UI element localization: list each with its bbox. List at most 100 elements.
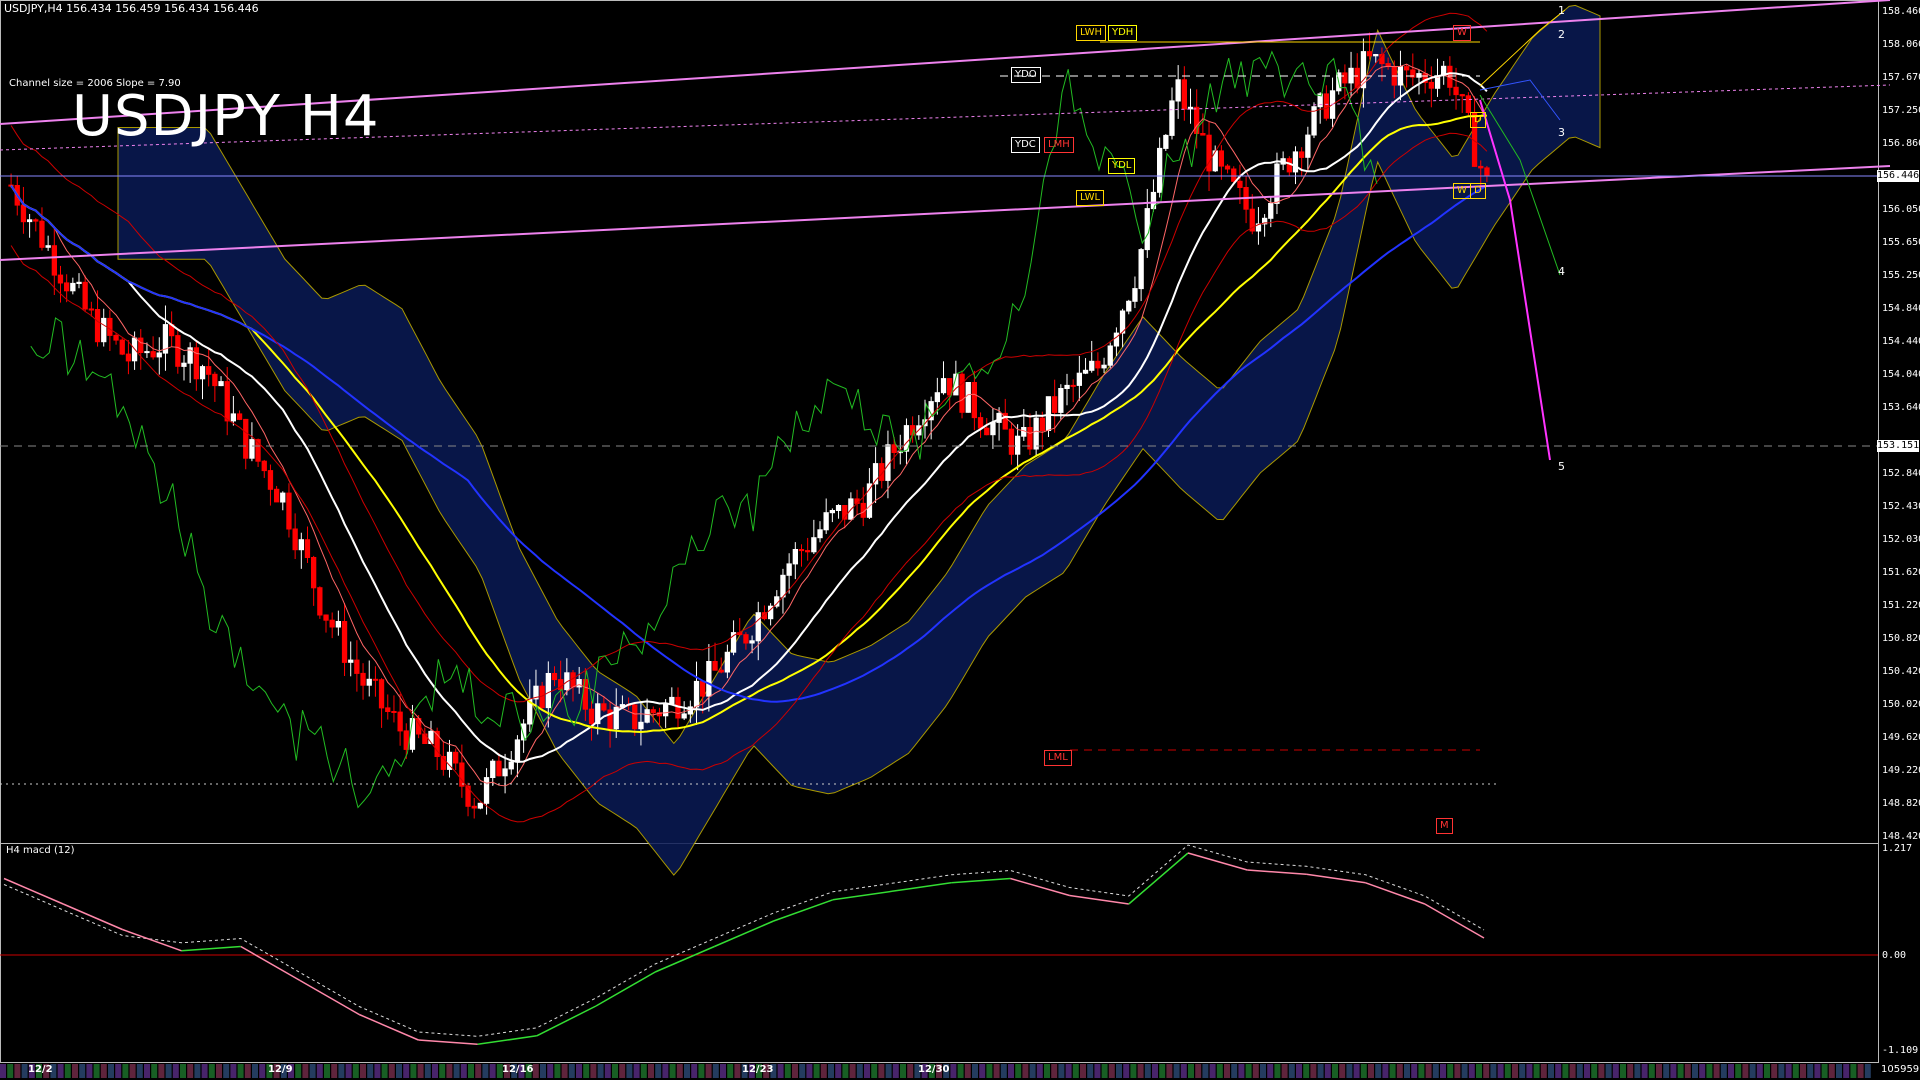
macd-segment	[62, 903, 123, 931]
date-strip-block	[115, 1064, 122, 1078]
date-strip-block	[230, 1064, 237, 1078]
candle-body	[218, 381, 224, 387]
date-strip-block	[1569, 1064, 1576, 1078]
date-strip-block	[799, 1064, 806, 1078]
candle-body	[755, 612, 761, 642]
channel-lower-line	[0, 165, 1891, 261]
price-tick: 156.860	[1882, 138, 1920, 149]
channel-number-5: 5	[1558, 460, 1565, 473]
date-strip-block	[388, 1064, 395, 1078]
date-strip-block	[432, 1064, 438, 1078]
date-strip-block	[662, 1064, 669, 1078]
candle-body	[385, 707, 391, 713]
level-ydh: YDH	[1108, 25, 1138, 41]
candle-body	[45, 245, 51, 248]
macd-tick: 0.00	[1882, 950, 1907, 961]
date-strip-block	[237, 1064, 244, 1078]
date-strip-block	[1245, 1064, 1252, 1078]
date-strip-block	[1728, 1064, 1734, 1078]
candle-body	[323, 614, 329, 621]
date-strip-block	[1224, 1064, 1230, 1078]
date-strip-block	[820, 1064, 827, 1078]
date-strip-block	[100, 1064, 107, 1078]
candle-body	[1058, 388, 1064, 413]
candle-body	[1070, 384, 1076, 387]
level-lml: LML	[1044, 750, 1072, 766]
date-strip-block	[1015, 1064, 1022, 1078]
candle-body	[971, 382, 978, 419]
channel-number-3: 3	[1558, 126, 1565, 139]
candle-body	[51, 245, 58, 276]
date-strip-block	[784, 1064, 791, 1078]
date-strip-block	[1166, 1064, 1173, 1078]
date-strip-block	[1360, 1064, 1367, 1078]
level-ydl: YDL	[1108, 158, 1136, 174]
date-strip-block	[1720, 1064, 1727, 1078]
candle-body	[1039, 417, 1045, 432]
level-lwh: LWH	[1076, 25, 1107, 41]
candle-body	[835, 505, 842, 511]
candle-body	[304, 539, 311, 559]
date-strip-block	[986, 1064, 993, 1078]
date-strip-block	[1670, 1064, 1677, 1078]
date-label: 12/9	[268, 1064, 293, 1075]
current-price-tag: 156.446	[1877, 170, 1920, 182]
candle-body	[508, 761, 514, 770]
date-strip-block	[1324, 1064, 1331, 1078]
candle-body	[1175, 79, 1181, 102]
date-label: 12/2	[28, 1064, 53, 1075]
candle-body	[1169, 100, 1175, 136]
candle-body	[1478, 165, 1484, 169]
candle-body	[811, 537, 817, 553]
date-strip-block	[1526, 1064, 1533, 1078]
candle-body	[1231, 168, 1237, 182]
date-strip-block	[72, 1064, 78, 1078]
candle-body	[1064, 384, 1070, 389]
date-strip-block	[165, 1064, 172, 1078]
date-strip-block	[345, 1064, 352, 1078]
candle-body	[965, 382, 971, 413]
date-strip-block	[540, 1064, 546, 1078]
date-strip-block	[777, 1064, 784, 1078]
candle-body	[317, 587, 323, 616]
candle-body	[113, 334, 119, 341]
date-strip-block	[1375, 1064, 1382, 1078]
date-strip-block	[1368, 1064, 1374, 1078]
candle-body	[1305, 134, 1311, 158]
candle-body	[1150, 191, 1157, 210]
date-strip-block	[1627, 1064, 1634, 1078]
level-w-top: W	[1453, 25, 1471, 41]
candle-body	[88, 308, 94, 311]
date-strip-block	[1267, 1064, 1274, 1078]
date-strip-block	[864, 1064, 870, 1078]
date-strip-block	[208, 1064, 215, 1078]
date-strip-block	[1260, 1064, 1266, 1078]
candle-body	[669, 696, 675, 705]
price-tick: 150.820	[1882, 633, 1920, 644]
date-strip-block	[1778, 1064, 1785, 1078]
candle-body	[76, 281, 82, 284]
candle-body	[1181, 79, 1187, 110]
date-strip-block	[1591, 1064, 1598, 1078]
candle-body	[1342, 72, 1348, 84]
candle-body	[1113, 332, 1120, 347]
date-strip-block	[669, 1064, 676, 1078]
date-strip-block	[568, 1064, 575, 1078]
date-strip-block	[180, 1064, 186, 1078]
candle-body	[724, 651, 731, 673]
date-strip-block	[1332, 1064, 1338, 1078]
macd-tick: -1.109	[1882, 1045, 1919, 1056]
candle-body	[977, 417, 984, 429]
candle-body	[1138, 249, 1144, 290]
date-strip-block	[856, 1064, 863, 1078]
date-strip-block	[446, 1064, 453, 1078]
price-tick: 155.650	[1882, 237, 1920, 248]
macd-segment	[654, 945, 715, 973]
candle-body	[706, 661, 712, 697]
date-strip-block	[295, 1064, 302, 1078]
date-strip-block	[1195, 1064, 1202, 1078]
date-strip-block	[360, 1064, 366, 1078]
candle-body	[1015, 435, 1021, 455]
macd-segment	[951, 877, 1011, 884]
candle-body	[453, 751, 459, 764]
